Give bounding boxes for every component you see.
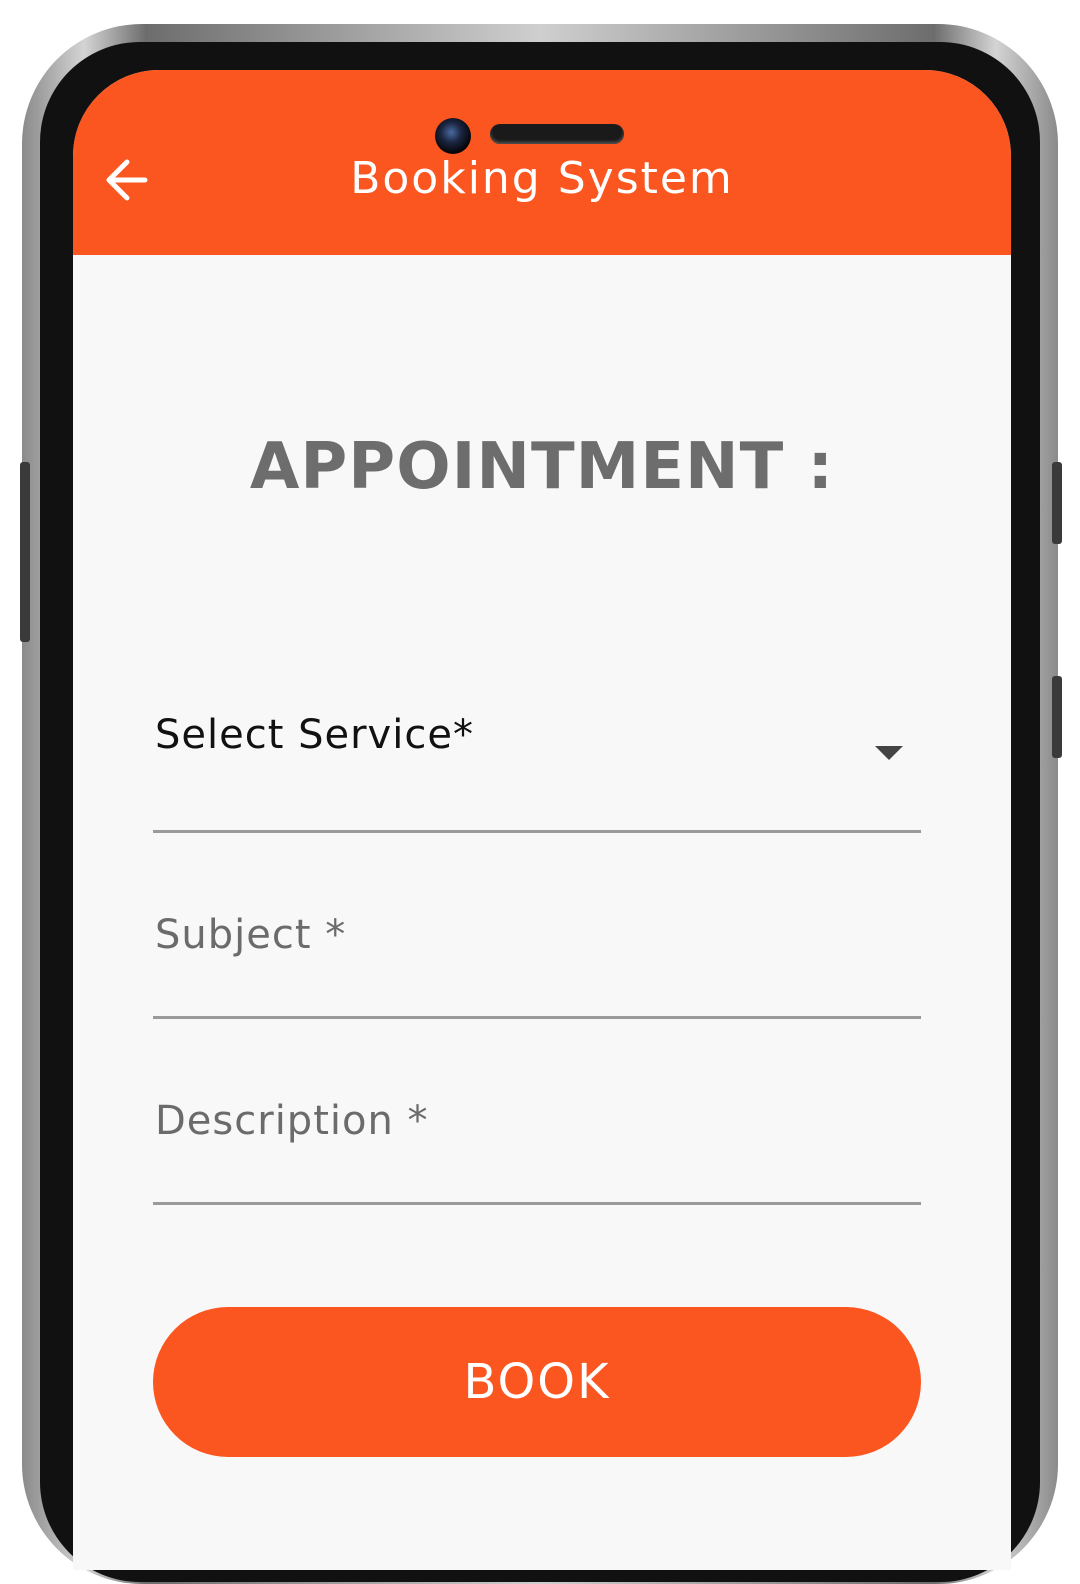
subject-input[interactable]: Subject * [153,900,921,1019]
power-button [1052,462,1062,544]
description-input-label: Description * [155,1098,429,1144]
service-select-label: Select Service* [155,712,474,758]
service-select[interactable]: Select Service* [153,690,921,833]
description-input[interactable]: Description * [153,1088,921,1205]
earpiece-speaker [490,124,624,144]
page-heading: APPOINTMENT : [249,430,835,504]
front-camera [435,118,471,154]
side-button [1052,676,1062,758]
subject-input-label: Subject * [155,912,347,958]
volume-button [20,462,30,642]
caret-down-icon[interactable] [875,746,903,760]
phone-screen: Booking System APPOINTMENT : Select Serv… [73,70,1011,1570]
app-title: Booking System [350,153,734,204]
book-button[interactable]: BOOK [153,1307,921,1457]
app-bar: Booking System [73,70,1011,255]
